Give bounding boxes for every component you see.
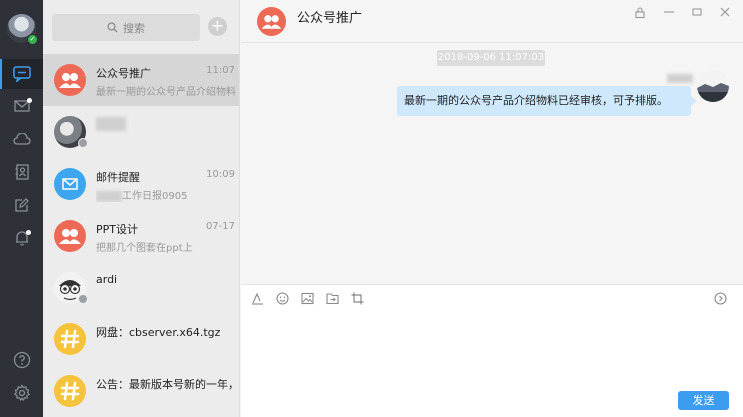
session-item[interactable]: 网盘：cbserver.x64.tgz	[43, 313, 239, 365]
help-icon	[13, 351, 30, 369]
session-name-redacted	[96, 117, 126, 131]
add-button[interactable]: +	[208, 17, 227, 36]
ppt-group-avatar	[54, 220, 86, 252]
chat-bubble-icon	[12, 66, 31, 82]
chevron-circle-right-icon	[713, 291, 727, 305]
group-people-icon	[261, 15, 282, 29]
font-button[interactable]	[250, 291, 264, 305]
contacts-book-icon	[15, 164, 29, 180]
chat-pane: 公众号推广 2018-09-06 11:07:03 最新一期的公众号产品介绍物料…	[241, 0, 743, 417]
notification-dot	[26, 230, 31, 235]
edit-icon	[15, 197, 29, 212]
maximize-icon	[692, 8, 702, 16]
maximize-button[interactable]	[690, 7, 704, 21]
more-button[interactable]	[713, 291, 727, 305]
session-name: 公众号推广	[96, 67, 151, 80]
image-button[interactable]	[300, 291, 314, 305]
emoji-button[interactable]	[275, 291, 289, 305]
session-item[interactable]: PPT设计 07-17 把那几个图套在ppt上	[43, 210, 239, 262]
mail-reminder-avatar	[54, 168, 86, 200]
screenshot-button[interactable]	[350, 291, 364, 305]
crop-icon	[351, 292, 363, 304]
plus-icon: +	[210, 16, 225, 35]
mail-unread-dot	[27, 98, 32, 103]
session-time: 11:07	[206, 65, 235, 76]
announcement-avatar	[54, 375, 86, 407]
help-button[interactable]	[0, 345, 43, 375]
send-button[interactable]: 发送	[678, 391, 729, 410]
search-placeholder: 搜索	[123, 21, 145, 35]
gear-icon	[13, 384, 30, 402]
nav-contacts[interactable]	[0, 157, 43, 187]
session-item[interactable]: 邮件提醒 10:09 工作日报0905	[43, 158, 239, 210]
session-time: 10:09	[206, 169, 235, 180]
chat-header: 公众号推广	[241, 0, 743, 43]
nav-rail: ✓	[0, 0, 43, 417]
landscape-photo-icon	[697, 70, 729, 102]
session-preview: 工作日报0905	[96, 187, 236, 202]
close-button[interactable]	[718, 7, 732, 21]
mail-icon	[62, 178, 78, 190]
close-icon	[720, 7, 730, 17]
nav-compose[interactable]	[0, 190, 43, 220]
sender-avatar[interactable]	[697, 70, 729, 102]
search-input[interactable]: 搜索	[52, 14, 200, 41]
cloud-icon	[12, 133, 31, 145]
file-transfer-icon	[325, 292, 339, 304]
session-preview: 最新一期的公众号产品介绍物料已经审核，可予排版。	[96, 87, 236, 98]
settings-button[interactable]	[0, 378, 43, 408]
netdisk-avatar	[54, 323, 86, 355]
minimize-icon	[664, 11, 674, 13]
session-name: 邮件提醒	[96, 171, 140, 184]
sender-name-redacted	[667, 71, 693, 83]
lock-button[interactable]	[633, 7, 647, 21]
session-name: ardi	[96, 273, 118, 286]
message-bubble[interactable]: 最新一期的公众号产品介绍物料已经审核，可予排版。	[397, 86, 697, 116]
mute-icon	[78, 294, 88, 304]
my-avatar[interactable]: ✓	[7, 14, 38, 45]
online-check-icon: ✓	[27, 34, 38, 45]
session-item[interactable]: ardi	[43, 262, 239, 314]
emoji-icon	[275, 291, 289, 305]
chat-title: 公众号推广	[297, 11, 363, 26]
image-icon	[300, 292, 314, 304]
session-list: 搜索 + 公众号推广 11:07 最新一期的公众号产品介绍物料已经审核，可予排版…	[43, 0, 240, 417]
chat-avatar[interactable]	[257, 7, 286, 36]
message-composer: 发送	[241, 284, 743, 417]
search-icon	[107, 22, 118, 33]
minimize-button[interactable]	[662, 7, 676, 21]
session-item[interactable]: 公众号推广 11:07 最新一期的公众号产品介绍物料已经审核，可予排版。	[43, 54, 239, 106]
session-name: 网盘：cbserver.x64.tgz	[96, 326, 221, 339]
message-timestamp: 2018-09-06 11:07:03	[437, 50, 545, 66]
nav-cloud[interactable]	[0, 124, 43, 154]
hash-icon	[60, 381, 80, 401]
group-people-icon	[59, 229, 81, 244]
session-name: 公告：最新版本号新的一年，愿你这一年	[96, 378, 238, 391]
session-item[interactable]	[43, 106, 239, 158]
session-name: PPT设计	[96, 223, 138, 236]
hash-icon	[60, 329, 80, 349]
nav-mail[interactable]	[0, 91, 43, 121]
session-preview: 把那几个图套在ppt上	[96, 243, 193, 254]
nav-notifications[interactable]	[0, 223, 43, 253]
official-account-avatar	[54, 64, 86, 96]
lock-icon	[635, 7, 645, 19]
file-button[interactable]	[325, 291, 339, 305]
group-people-icon	[59, 73, 81, 88]
nav-messages[interactable]	[0, 59, 43, 89]
session-time: 07-17	[205, 221, 235, 232]
mute-icon	[78, 138, 88, 148]
font-style-icon	[251, 292, 263, 305]
session-item[interactable]: 公告：最新版本号新的一年，愿你这一年	[43, 365, 239, 417]
